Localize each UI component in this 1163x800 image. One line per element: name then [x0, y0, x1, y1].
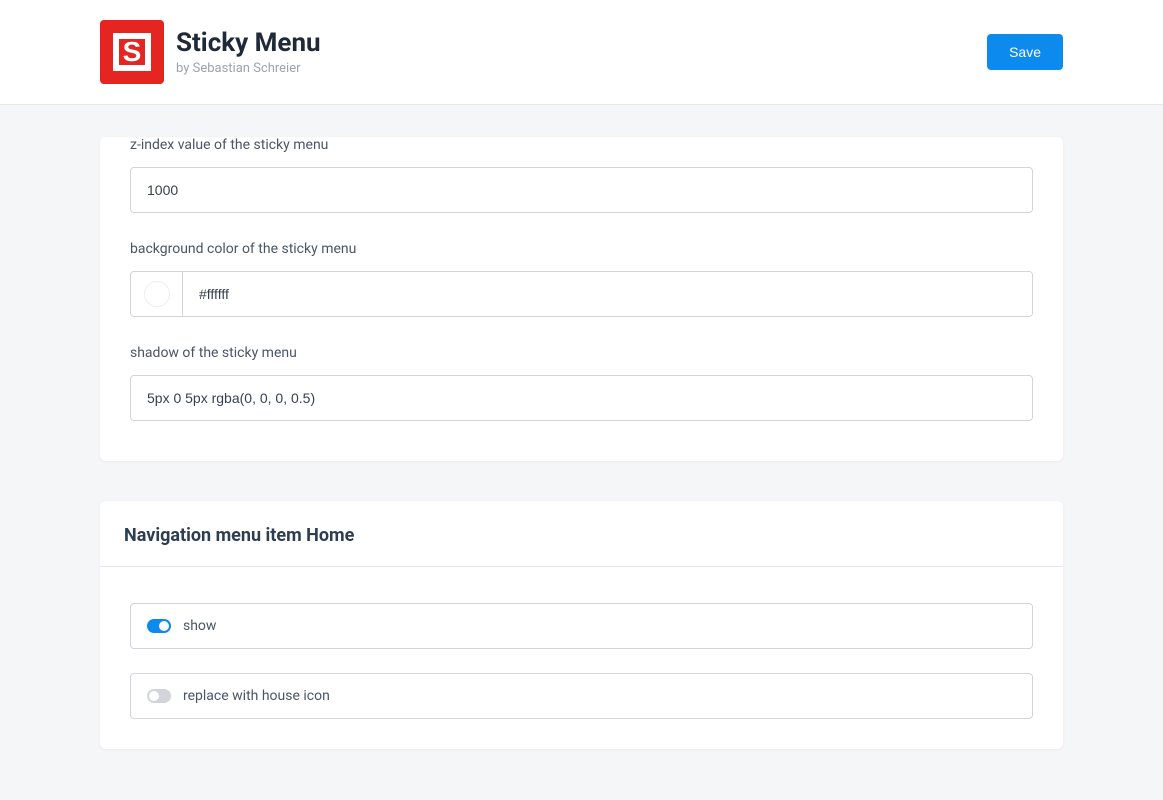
header-left: S Sticky Menu by Sebastian Schreier: [100, 20, 321, 84]
toggle-row-house-icon: replace with house icon: [130, 673, 1033, 719]
zindex-input[interactable]: [130, 167, 1033, 213]
field-bgcolor: background color of the sticky menu: [130, 241, 1033, 317]
toggle-knob-icon: [149, 691, 159, 701]
show-toggle[interactable]: [147, 619, 171, 633]
field-shadow: shadow of the sticky menu: [130, 345, 1033, 421]
app-subtitle: by Sebastian Schreier: [176, 61, 321, 76]
app-header: S Sticky Menu by Sebastian Schreier Save: [0, 0, 1163, 105]
zindex-label: z-index value of the sticky menu: [130, 137, 1033, 153]
content-area: z-index value of the sticky menu backgro…: [0, 137, 1163, 789]
bgcolor-input[interactable]: [183, 272, 1032, 316]
bgcolor-label: background color of the sticky menu: [130, 241, 1033, 257]
title-block: Sticky Menu by Sebastian Schreier: [176, 28, 321, 76]
app-logo: S: [100, 20, 164, 84]
field-zindex: z-index value of the sticky menu: [130, 137, 1033, 213]
nav-home-header: Navigation menu item Home: [100, 501, 1063, 567]
show-toggle-label: show: [183, 618, 216, 634]
settings-card: z-index value of the sticky menu backgro…: [100, 137, 1063, 461]
save-button[interactable]: Save: [987, 34, 1063, 70]
shadow-label: shadow of the sticky menu: [130, 345, 1033, 361]
toggle-knob-icon: [159, 621, 169, 631]
house-icon-toggle[interactable]: [147, 689, 171, 703]
bgcolor-input-wrap: [130, 271, 1033, 317]
app-title: Sticky Menu: [176, 28, 321, 59]
shadow-input[interactable]: [130, 375, 1033, 421]
nav-home-card: Navigation menu item Home show replace w…: [100, 501, 1063, 749]
toggle-row-show: show: [130, 603, 1033, 649]
bgcolor-swatch-box[interactable]: [131, 272, 183, 316]
nav-home-title: Navigation menu item Home: [124, 525, 1039, 546]
bgcolor-swatch: [144, 281, 170, 307]
house-icon-toggle-label: replace with house icon: [183, 688, 330, 704]
